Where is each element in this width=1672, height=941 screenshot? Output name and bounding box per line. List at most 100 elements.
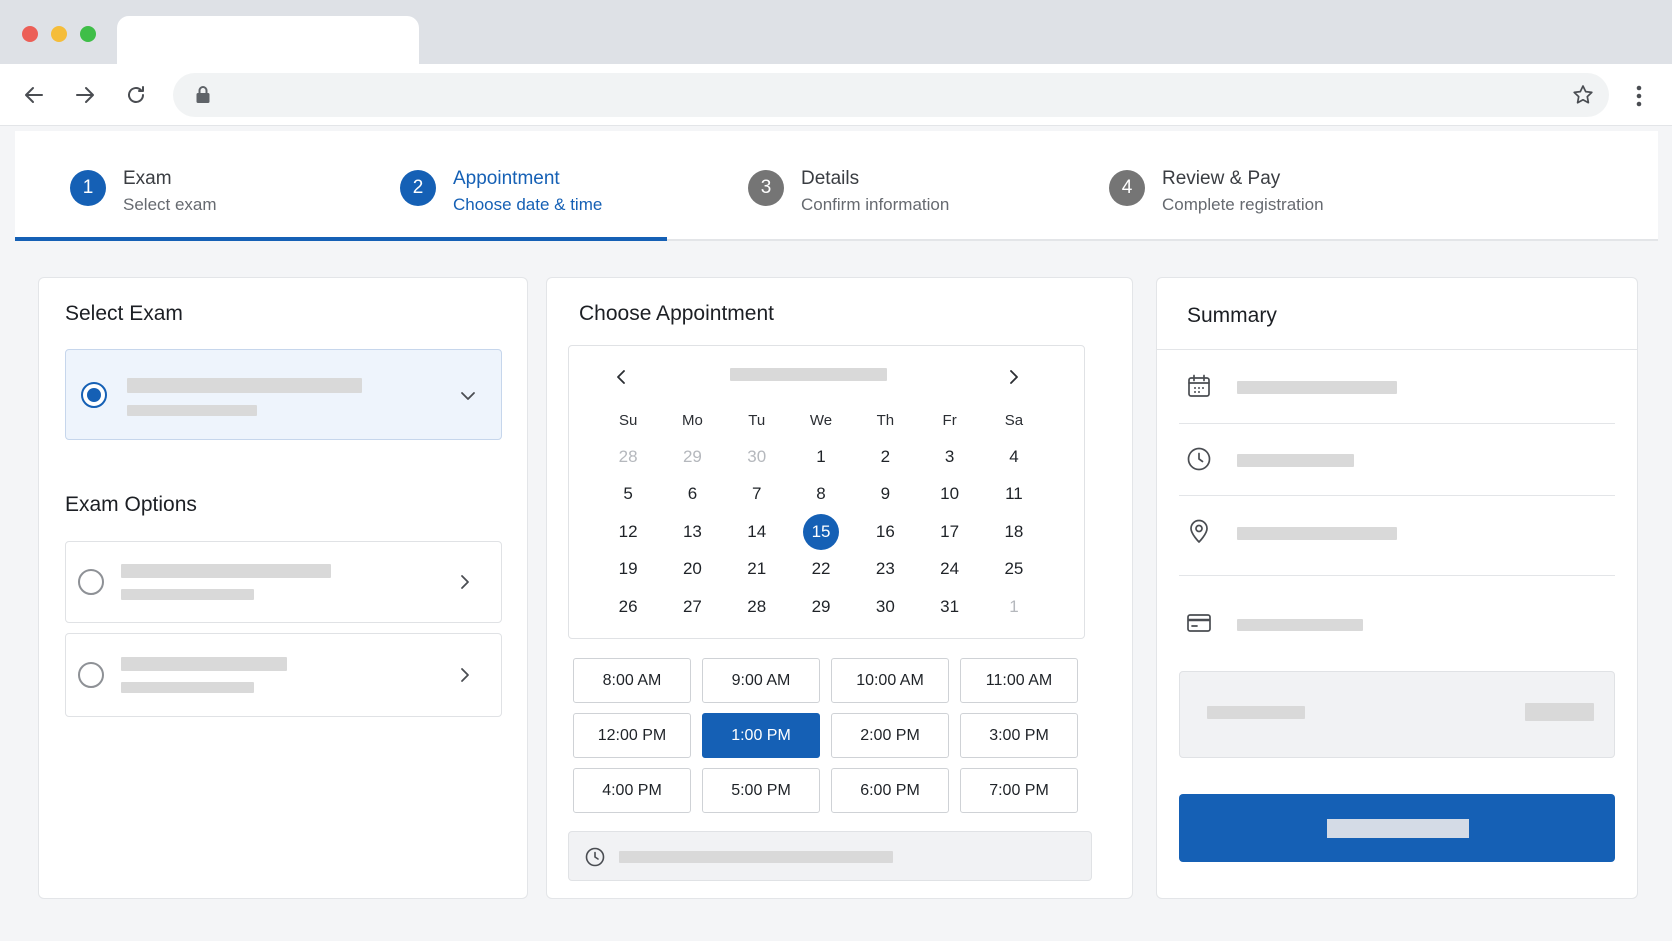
- browser-tab-active[interactable]: [117, 16, 419, 64]
- total-box: [1179, 671, 1615, 758]
- calendar-day-number: 23: [875, 559, 895, 579]
- option-detail-placeholder: [121, 589, 254, 600]
- timezone-info-bar: [568, 831, 1092, 881]
- back-button[interactable]: [17, 78, 51, 112]
- calendar-day[interactable]: 17: [917, 513, 981, 551]
- calendar-day[interactable]: 27: [660, 588, 724, 626]
- exam-dropdown[interactable]: [65, 349, 502, 440]
- time-slot[interactable]: 8:00 AM: [573, 658, 691, 703]
- calendar-day-number: 4: [1009, 446, 1019, 466]
- calendar-day-number: 1: [816, 446, 826, 466]
- calendar-day[interactable]: 25: [982, 551, 1046, 589]
- calendar-day-number: 15: [803, 513, 840, 550]
- step-title: Exam: [123, 168, 172, 189]
- weekday-header: Tu: [748, 411, 766, 429]
- calendar-day-number: 16: [875, 521, 895, 541]
- forward-button[interactable]: [68, 78, 102, 112]
- address-bar[interactable]: [173, 73, 1609, 117]
- next-month-button[interactable]: [999, 362, 1029, 392]
- window-maximize-button[interactable]: [80, 26, 96, 42]
- calendar-day[interactable]: 16: [853, 513, 917, 551]
- calendar-day-number: 8: [816, 484, 826, 504]
- calendar-day[interactable]: 18: [982, 513, 1046, 551]
- calendar-day[interactable]: 1: [789, 438, 853, 476]
- calendar-day-number: 5: [623, 484, 633, 504]
- time-slot[interactable]: 11:00 AM: [960, 658, 1078, 703]
- step-review-pay[interactable]: 4 Review & Pay Complete registration: [1109, 167, 1324, 217]
- option-detail-placeholder: [121, 682, 254, 693]
- summary-location-icon-wrap: [1185, 517, 1213, 545]
- calendar-day[interactable]: 21: [725, 551, 789, 589]
- exam-name-placeholder: [127, 378, 362, 393]
- calendar-day-selected[interactable]: 15: [789, 513, 853, 551]
- time-slot[interactable]: 6:00 PM: [831, 768, 949, 813]
- calendar-day-number: 25: [1004, 559, 1024, 579]
- calendar-day[interactable]: 13: [660, 513, 724, 551]
- calendar-day[interactable]: 31: [917, 588, 981, 626]
- credit-card-icon: [1187, 614, 1211, 632]
- calendar-day-number: 28: [618, 446, 638, 466]
- time-slot[interactable]: 2:00 PM: [831, 713, 949, 758]
- weekday-header: We: [809, 411, 833, 429]
- calendar-day[interactable]: 8: [789, 476, 853, 514]
- exam-option-row[interactable]: [65, 633, 502, 717]
- calendar-day[interactable]: 23: [853, 551, 917, 589]
- summary-date-placeholder: [1237, 381, 1397, 394]
- time-slot[interactable]: 4:00 PM: [573, 768, 691, 813]
- calendar-day[interactable]: 2: [853, 438, 917, 476]
- timezone-text-placeholder: [619, 851, 893, 863]
- calendar-day[interactable]: 3: [917, 438, 981, 476]
- time-slot[interactable]: 12:00 PM: [573, 713, 691, 758]
- weekday-header: Su: [618, 411, 638, 429]
- calendar-day[interactable]: 29: [789, 588, 853, 626]
- calendar-day[interactable]: 24: [917, 551, 981, 589]
- exam-option-row[interactable]: [65, 541, 502, 623]
- exam-option-radio[interactable]: [78, 662, 104, 688]
- calendar-day-number: 9: [880, 484, 891, 504]
- calendar-day[interactable]: 22: [789, 551, 853, 589]
- calendar-day[interactable]: 19: [596, 551, 660, 589]
- time-slot[interactable]: 5:00 PM: [702, 768, 820, 813]
- calendar-day[interactable]: 4: [982, 438, 1046, 476]
- window-close-button[interactable]: [22, 26, 38, 42]
- weekday-header: Sa: [1004, 411, 1024, 429]
- exam-options-title: Exam Options: [65, 493, 197, 516]
- calendar-day[interactable]: 12: [596, 513, 660, 551]
- calendar-day[interactable]: 9: [853, 476, 917, 514]
- calendar-day-number: 29: [682, 446, 702, 466]
- step-subtitle: Complete registration: [1162, 195, 1324, 214]
- time-slot-selected[interactable]: 1:00 PM: [702, 713, 820, 758]
- calendar-day-number: 11: [1005, 484, 1023, 504]
- step-exam[interactable]: 1 Exam Select exam: [70, 167, 217, 217]
- bookmark-star-icon[interactable]: [1571, 83, 1595, 107]
- calendar-day[interactable]: 28: [725, 588, 789, 626]
- time-slot[interactable]: 3:00 PM: [960, 713, 1078, 758]
- step-appointment[interactable]: 2 Appointment Choose date & time: [400, 167, 602, 217]
- step-number: 3: [748, 170, 784, 206]
- window-minimize-button[interactable]: [51, 26, 67, 42]
- time-slot[interactable]: 10:00 AM: [831, 658, 949, 703]
- calendar-day[interactable]: 7: [725, 476, 789, 514]
- select-exam-card: Select Exam Exam Options: [38, 277, 528, 899]
- prev-month-button[interactable]: [606, 362, 636, 392]
- calendar-day[interactable]: 26: [596, 588, 660, 626]
- calendar-day[interactable]: 30: [853, 588, 917, 626]
- time-slot[interactable]: 9:00 AM: [702, 658, 820, 703]
- calendar-day[interactable]: 11: [982, 476, 1046, 514]
- calendar-day-number: 31: [940, 596, 960, 616]
- calendar-day[interactable]: 14: [725, 513, 789, 551]
- step-details[interactable]: 3 Details Confirm information: [748, 167, 949, 217]
- exam-radio-selected[interactable]: [81, 382, 107, 408]
- calendar-day[interactable]: 20: [660, 551, 724, 589]
- calendar-day[interactable]: 10: [917, 476, 981, 514]
- calendar-day-number: 19: [618, 559, 638, 579]
- summary-title: Summary: [1187, 304, 1277, 327]
- calendar-day-number: 21: [747, 559, 767, 579]
- calendar-day[interactable]: 6: [660, 476, 724, 514]
- exam-option-radio[interactable]: [78, 569, 104, 595]
- reload-button[interactable]: [119, 78, 153, 112]
- calendar-day[interactable]: 5: [596, 476, 660, 514]
- time-slot[interactable]: 7:00 PM: [960, 768, 1078, 813]
- continue-button[interactable]: [1179, 794, 1615, 862]
- browser-menu-button[interactable]: [1626, 82, 1652, 110]
